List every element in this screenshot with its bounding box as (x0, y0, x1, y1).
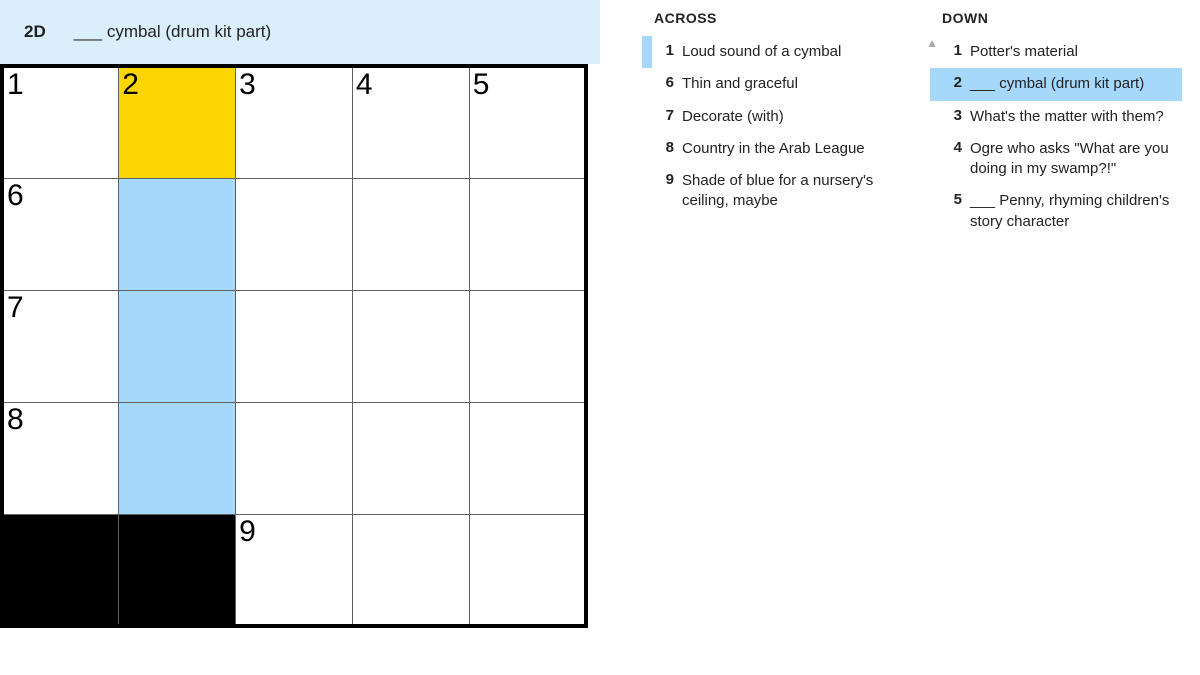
grid-cell[interactable] (352, 514, 469, 626)
cell-number: 6 (7, 181, 24, 211)
clue-number: 8 (652, 139, 674, 156)
clue-item-down-2[interactable]: 2 ___ cymbal (drum kit part) (930, 68, 1182, 100)
grid-cell[interactable] (352, 402, 469, 514)
cell-number: 3 (239, 70, 256, 100)
grid-container: 1 2 3 4 5 6 7 8 9 (0, 64, 600, 675)
cell-number: 8 (7, 405, 24, 435)
clue-number: 6 (652, 74, 674, 91)
grid-cell[interactable] (469, 402, 586, 514)
grid-cell[interactable] (119, 290, 236, 402)
clue-item-down-4[interactable]: 4 Ogre who asks "What are you doing in my… (930, 133, 1182, 186)
clue-number: 3 (940, 107, 962, 124)
across-column: ACROSS 1 Loud sound of a cymbal 6 Thin and … (642, 10, 894, 238)
clue-number: 4 (940, 139, 962, 156)
down-list: 1 Potter's material 2 ___ cymbal (drum kit … (930, 36, 1182, 238)
grid-cell[interactable] (469, 290, 586, 402)
clue-text: Country in the Arab League (682, 139, 888, 159)
grid-cell[interactable]: 8 (2, 402, 119, 514)
grid-cell[interactable] (352, 290, 469, 402)
cell-number: 4 (356, 70, 373, 100)
grid-cell[interactable]: 3 (236, 66, 353, 178)
grid-cell[interactable] (119, 402, 236, 514)
clue-item-across-8[interactable]: 8 Country in the Arab League (642, 133, 894, 165)
clue-item-across-9[interactable]: 9 Shade of blue for a nursery's ceiling, … (642, 165, 894, 218)
clue-number: 5 (940, 191, 962, 208)
grid-cell[interactable] (469, 514, 586, 626)
cell-number: 7 (7, 293, 24, 323)
clue-number: 2 (940, 74, 962, 91)
clue-text: ___ Penny, rhyming children's story char… (970, 191, 1176, 232)
clue-text: ___ cymbal (drum kit part) (970, 74, 1176, 94)
grid-cell[interactable] (236, 178, 353, 290)
cell-number: 5 (473, 70, 490, 100)
grid-cell[interactable]: 5 (469, 66, 586, 178)
grid-cell[interactable]: 4 (352, 66, 469, 178)
clue-text: Thin and graceful (682, 74, 888, 94)
clue-item-down-3[interactable]: 3 What's the matter with them? (930, 101, 1182, 133)
clue-item-down-5[interactable]: 5 ___ Penny, rhyming children's story cha… (930, 185, 1182, 238)
down-column: DOWN 1 Potter's material 2 ___ cymbal (drum… (930, 10, 1182, 238)
cell-number: 2 (122, 70, 139, 100)
cell-number: 9 (239, 517, 256, 547)
across-list: 1 Loud sound of a cymbal 6 Thin and gracefu… (642, 36, 894, 218)
clue-text: Loud sound of a cymbal (682, 42, 888, 62)
clue-text: Shade of blue for a nursery's ceiling, m… (682, 171, 888, 212)
grid-cell[interactable]: 1 (2, 66, 119, 178)
grid-cell[interactable] (119, 178, 236, 290)
cell-number: 1 (7, 70, 24, 100)
clue-number: 1 (652, 42, 674, 59)
clue-text: Potter's material (970, 42, 1176, 62)
current-clue-text: ___ cymbal (drum kit part) (74, 22, 271, 42)
clue-number: 9 (652, 171, 674, 188)
current-clue-bar[interactable]: 2D ___ cymbal (drum kit part) (0, 0, 600, 64)
clue-number: 7 (652, 107, 674, 124)
grid-cell[interactable] (236, 290, 353, 402)
clue-item-across-6[interactable]: 6 Thin and graceful (642, 68, 894, 100)
current-clue-id: 2D (24, 22, 46, 42)
grid-cell[interactable] (352, 178, 469, 290)
clues-area: ▲ ACROSS 1 Loud sound of a cymbal 6 Thin an… (600, 0, 1200, 675)
clue-number: 1 (940, 42, 962, 59)
puzzle-panel: 2D ___ cymbal (drum kit part) 1 2 3 4 5 6 7 8 9 (0, 0, 600, 675)
clue-item-down-1[interactable]: 1 Potter's material (930, 36, 1182, 68)
across-heading: ACROSS (642, 10, 894, 26)
clue-text: Decorate (with) (682, 107, 888, 127)
grid-cell (2, 514, 119, 626)
clue-text: What's the matter with them? (970, 107, 1176, 127)
grid-cell[interactable]: 6 (2, 178, 119, 290)
grid-cell[interactable]: 9 (236, 514, 353, 626)
grid-cell[interactable] (236, 402, 353, 514)
grid-cell[interactable]: 7 (2, 290, 119, 402)
down-heading: DOWN (930, 10, 1182, 26)
grid-cell[interactable] (469, 178, 586, 290)
scroll-up-icon[interactable]: ▲ (926, 36, 938, 50)
grid-cell[interactable]: 2 (119, 66, 236, 178)
crossword-grid: 1 2 3 4 5 6 7 8 9 (0, 64, 588, 628)
clue-item-across-7[interactable]: 7 Decorate (with) (642, 101, 894, 133)
clue-text: Ogre who asks "What are you doing in my … (970, 139, 1176, 180)
grid-cell (119, 514, 236, 626)
clue-item-across-1[interactable]: 1 Loud sound of a cymbal (642, 36, 894, 68)
